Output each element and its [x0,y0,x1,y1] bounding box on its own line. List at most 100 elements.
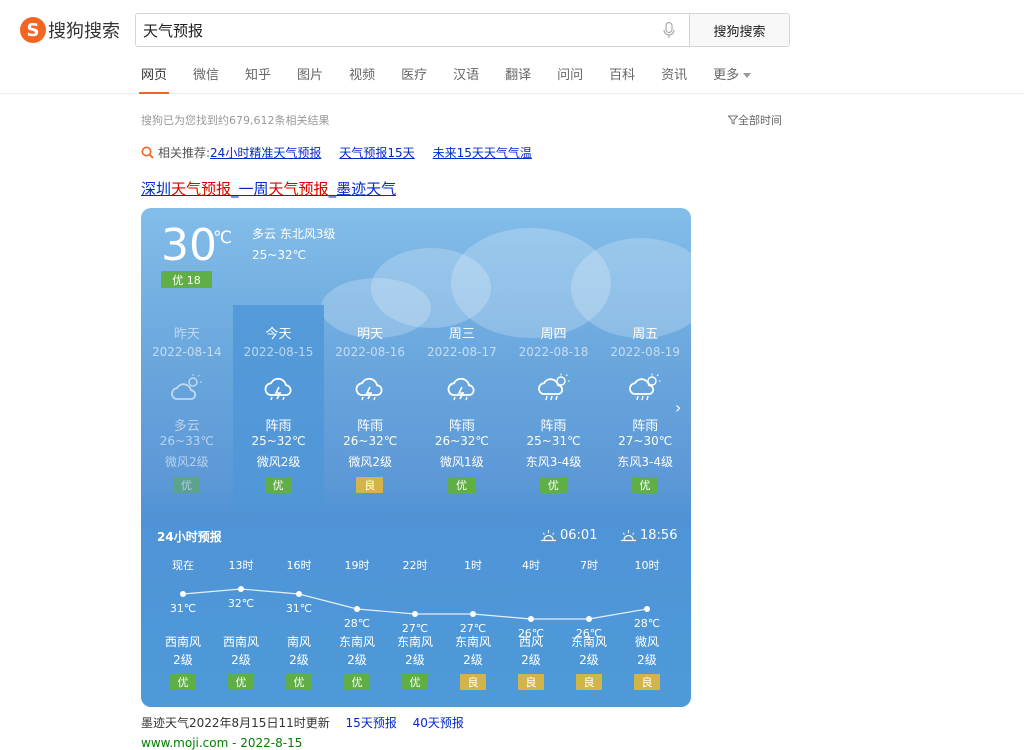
tab-label: 图片 [297,68,324,83]
tab-11[interactable]: 更多 [713,64,752,94]
tab-6[interactable]: 汉语 [453,64,479,94]
sogou-logo[interactable]: S 搜狗搜索 [20,17,120,43]
hour-wind-direction: 东南风 [570,635,607,649]
day-condition: 阵雨 [265,419,292,434]
tab-1[interactable]: 微信 [193,64,219,94]
hour-time: 1时 [464,559,482,572]
tab-9[interactable]: 百科 [609,64,635,94]
tab-10[interactable]: 资讯 [661,64,687,94]
hour-wind-level: 2级 [579,653,599,667]
hour-wind: 东南风 2级 [559,633,619,669]
hour-aqi-badge: 良 [460,674,486,690]
day-name: 周三 [448,327,475,342]
search-input[interactable] [136,14,649,46]
hour-wind-direction: 微风 [634,635,659,649]
tab-4[interactable]: 视频 [349,64,375,94]
day-aqi-badge: 优 [173,477,200,493]
search-button[interactable]: 搜狗搜索 [689,14,789,46]
current-temperature: 30 [161,220,217,271]
related-link[interactable]: 天气预报15天 [339,144,414,161]
hour-time: 19时 [344,559,370,572]
result-url: www.moji.com - 2022-8-15 [141,736,303,750]
day-aqi-badge: 良 [356,477,384,493]
hour-wind-level: 2级 [637,653,657,667]
sogou-logo-icon: S [20,17,46,43]
hour-aqi-badge: 优 [344,674,370,690]
tab-label: 医疗 [401,68,428,83]
hourly-forecast: 31℃ 32℃ 31℃ 28℃ 27℃ 27℃ 26℃ 26℃ 28℃ 现在 西南风 2级 优 1… [141,552,691,702]
hour-forecast: 7时 东南风 2级 良 [559,552,619,702]
related-link[interactable]: 未来15天天气气温 [433,144,532,161]
hour-forecast: 4时 西风 2级 良 [501,552,561,702]
hour-wind-direction: 西南风 [164,635,201,649]
next-days-arrow-icon[interactable]: › [675,398,681,417]
hour-wind: 东南风 2级 [327,633,387,669]
thunder-shower-icon [263,373,295,403]
day-temp-range: 25~31℃ [526,434,581,448]
day-aqi-badge: 优 [264,477,292,493]
tab-label: 问问 [557,68,584,83]
tab-label: 更多 [713,68,740,83]
hour-wind: 南风 2级 [269,633,329,669]
40day-forecast-link[interactable]: 40天预报 [413,716,464,730]
day-condition: 阵雨 [632,419,659,434]
sunrise-icon [541,529,556,541]
day-wind: 微风2级 [165,455,209,469]
day-forecast[interactable]: 明天 2022-08-16 阵雨 26~32℃ 微风2级 良 [324,305,416,512]
day-forecast[interactable]: 昨天 2022-08-14 多云 26~33℃ 微风2级 优 [141,305,233,512]
hour-wind-level: 2级 [231,653,251,667]
day-name: 今天 [265,327,292,342]
weather-card: 30 ℃ 优 18 多云 东北风3级 25~32℃ 昨天 2022-08-14 … [141,208,691,707]
sogou-logo-text: 搜狗搜索 [48,21,120,42]
source-text: 墨迹天气2022年8月15日11时更新 [141,716,330,730]
hour-wind: 东南风 2级 [443,633,503,669]
sun-shower-icon [537,373,570,403]
result-title-part: _墨迹天气 [328,180,397,198]
tab-7[interactable]: 翻译 [505,64,531,94]
day-forecast[interactable]: 周三 2022-08-17 阵雨 26~32℃ 微风1级 优 [416,305,508,512]
hour-wind-direction: 西风 [518,635,543,649]
day-condition: 多云 [173,419,200,434]
current-range: 25~32℃ [252,248,307,262]
result-count: 搜狗已为您找到约679,612条相关结果 [141,114,330,127]
hour-forecast: 1时 东南风 2级 良 [443,552,503,702]
hour-forecast: 13时 西南风 2级 优 [211,552,271,702]
hour-aqi-badge: 良 [634,674,660,690]
hour-time: 22时 [402,559,428,572]
15day-forecast-link[interactable]: 15天预报 [346,716,397,730]
time-filter[interactable]: 全部时间 [728,112,782,128]
tab-label: 汉语 [453,68,480,83]
hour-wind-level: 2级 [521,653,541,667]
day-temp-range: 26~32℃ [434,434,489,448]
tab-5[interactable]: 医疗 [401,64,427,94]
tab-label: 资讯 [661,68,688,83]
sunset-time: 18:56 [640,528,678,543]
microphone-icon[interactable] [649,14,689,46]
day-date: 2022-08-17 [426,345,497,359]
hour-wind: 西南风 2级 [211,633,271,669]
day-condition: 阵雨 [448,419,475,434]
tab-3[interactable]: 图片 [297,64,323,94]
day-aqi-badge: 优 [631,477,659,493]
hour-wind-level: 2级 [173,653,193,667]
24h-forecast-title: 24小时预报 [157,530,222,544]
hour-time: 7时 [580,559,598,572]
tab-label: 网页 [141,68,168,83]
day-name: 昨天 [173,327,200,342]
day-date: 2022-08-16 [335,345,406,359]
hour-wind-direction: 东南风 [396,635,433,649]
tab-8[interactable]: 问问 [557,64,583,94]
day-forecast[interactable]: 今天 2022-08-15 阵雨 25~32℃ 微风2级 优 [232,305,325,512]
day-forecast[interactable]: 周四 2022-08-18 阵雨 25~31℃ 东风3-4级 优 [508,305,600,512]
related-searches: 相关推荐: 24小时精准天气预报 天气预报15天 未来15天天气气温 [141,144,550,161]
day-date: 2022-08-19 [610,345,681,359]
day-date: 2022-08-15 [243,345,314,359]
result-title-link[interactable]: 深圳天气预报_一周天气预报_墨迹天气 [141,178,396,199]
hour-time: 现在 [172,559,194,572]
day-name: 周五 [632,327,659,342]
tab-0[interactable]: 网页 [138,64,170,94]
related-link[interactable]: 24小时精准天气预报 [210,144,321,161]
hour-wind-direction: 西南风 [222,635,259,649]
tab-2[interactable]: 知乎 [245,64,271,94]
result-title-part: 深圳 [141,180,172,198]
